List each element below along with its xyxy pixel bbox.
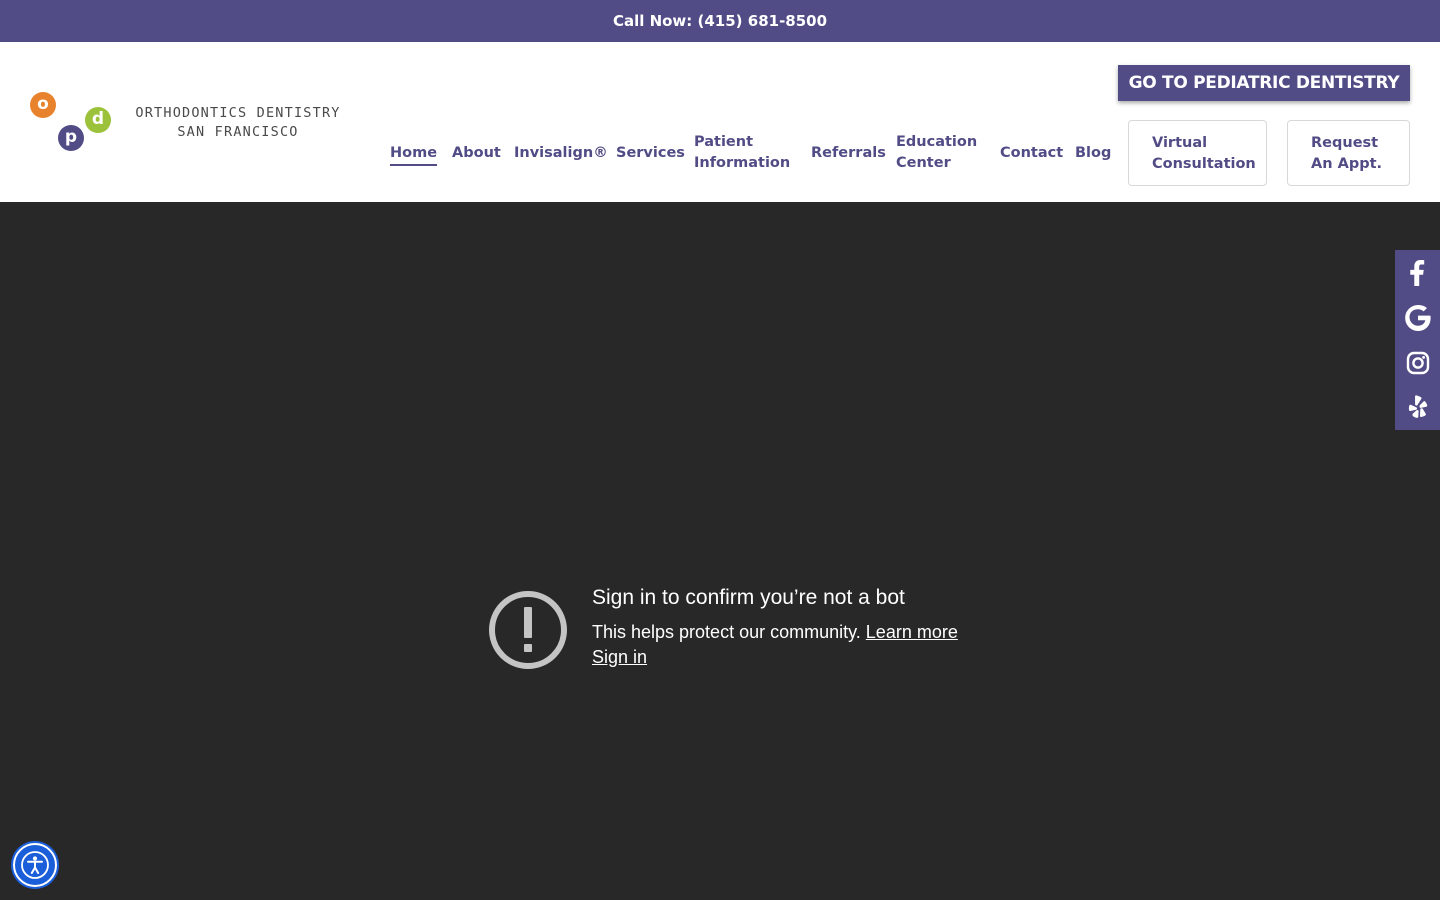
video-embed xyxy=(0,202,1440,900)
nav-contact[interactable]: Contact xyxy=(1000,143,1063,164)
yelp-icon[interactable] xyxy=(1395,385,1440,430)
logo-line-2: SAN FRANCISCO xyxy=(177,124,299,140)
bot-check-title: Sign in to confirm you’re not a bot xyxy=(592,586,905,609)
nav-education-center[interactable]: Education Center xyxy=(896,132,977,174)
accessibility-button[interactable] xyxy=(13,843,57,887)
bot-check-body: This helps protect our community. Learn … xyxy=(592,622,958,642)
logo-o-circle: o xyxy=(30,92,56,118)
site-logo[interactable]: o d p ORTHODONTICS DENTISTRY SAN FRANCIS… xyxy=(28,90,358,156)
pediatric-dentistry-button[interactable]: GO TO PEDIATRIC DENTISTRY xyxy=(1118,65,1410,101)
site-header: o d p ORTHODONTICS DENTISTRY SAN FRANCIS… xyxy=(0,42,1440,202)
logo-d-circle: d xyxy=(85,107,111,133)
logo-line-1: ORTHODONTICS DENTISTRY xyxy=(135,105,341,121)
top-call-bar: Call Now: (415) 681-8500 xyxy=(0,0,1440,42)
nav-patient-information[interactable]: Patient Information xyxy=(694,132,790,174)
instagram-icon[interactable] xyxy=(1395,340,1440,385)
alert-icon xyxy=(489,591,567,669)
logo-p-circle: p xyxy=(58,125,84,151)
logo-wordmark: ORTHODONTICS DENTISTRY SAN FRANCISCO xyxy=(128,104,348,142)
nav-blog[interactable]: Blog xyxy=(1075,143,1111,164)
sign-in-link[interactable]: Sign in xyxy=(592,647,647,668)
nav-referrals[interactable]: Referrals xyxy=(811,143,886,164)
call-now-link[interactable]: Call Now: (415) 681-8500 xyxy=(613,12,827,30)
learn-more-link[interactable]: Learn more xyxy=(866,622,958,642)
nav-about[interactable]: About xyxy=(452,143,501,164)
nav-home[interactable]: Home xyxy=(390,143,438,166)
google-icon[interactable] xyxy=(1395,295,1440,340)
accessibility-icon xyxy=(21,851,49,879)
nav-request-appointment[interactable]: Request An Appt. xyxy=(1287,120,1410,186)
facebook-icon[interactable] xyxy=(1395,250,1440,295)
nav-virtual-consultation[interactable]: Virtual Consultation xyxy=(1128,120,1267,186)
social-sidebar xyxy=(1395,250,1440,430)
nav-services[interactable]: Services xyxy=(616,143,685,164)
nav-invisalign[interactable]: Invisalign® xyxy=(514,143,608,164)
